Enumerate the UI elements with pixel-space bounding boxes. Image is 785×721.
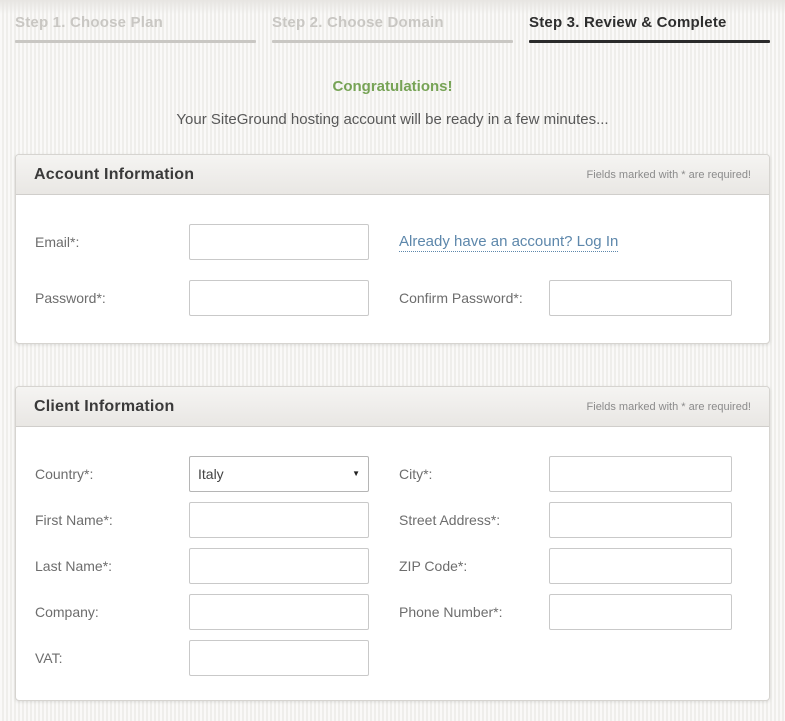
congratulations-title: Congratulations! [332,78,453,95]
country-city-row: Country*: Italy ▼ City*: [34,456,751,492]
login-link[interactable]: Already have an account? Log In [399,233,619,252]
account-information-card: Account Information Fields marked with *… [15,154,770,344]
confirm-password-field[interactable] [549,280,732,316]
street-address-field[interactable] [549,502,732,538]
password-label: Password*: [35,290,106,306]
email-field[interactable] [189,224,369,260]
tab-step2-label: Step 2. Choose Domain [272,14,444,31]
first-name-field[interactable] [189,502,369,538]
tab-step3-review-complete[interactable]: Step 3. Review & Complete [529,14,770,43]
vat-label: VAT: [35,650,63,666]
step-tabs: Step 1. Choose Plan Step 2. Choose Domai… [0,0,785,43]
confirm-password-label: Confirm Password*: [399,290,523,306]
email-row: Email*: Already have an account? Log In [34,224,751,260]
account-information-header: Account Information Fields marked with *… [16,155,769,195]
last-name-label: Last Name*: [35,558,113,574]
client-information-card: Client Information Fields marked with * … [15,386,770,701]
zip-code-label: ZIP Code*: [399,558,468,574]
tab-step2-underline [272,40,513,43]
country-select[interactable]: Italy [189,456,369,492]
account-information-body: Email*: Already have an account? Log In … [16,195,769,343]
phone-number-field[interactable] [549,594,732,630]
vat-field[interactable] [189,640,369,676]
email-label: Email*: [35,234,80,250]
tab-step2-choose-domain[interactable]: Step 2. Choose Domain [272,14,513,43]
password-row: Password*: Confirm Password*: [34,280,751,316]
client-required-note: Fields marked with * are required! [586,400,751,413]
first-name-label: First Name*: [35,512,113,528]
client-information-body: Country*: Italy ▼ City*: First Name*: St… [16,427,769,700]
city-label: City*: [399,466,433,482]
tab-step1-label: Step 1. Choose Plan [15,14,163,31]
tab-step3-label: Step 3. Review & Complete [529,14,727,31]
street-address-label: Street Address*: [399,512,501,528]
last-name-field[interactable] [189,548,369,584]
phone-number-label: Phone Number*: [399,604,503,620]
company-field[interactable] [189,594,369,630]
firstname-street-row: First Name*: Street Address*: [34,502,751,538]
password-field[interactable] [189,280,369,316]
country-label: Country*: [35,466,94,482]
company-phone-row: Company: Phone Number*: [34,594,751,630]
account-information-title: Account Information [34,165,195,183]
tab-step1-underline [15,40,256,43]
tab-step1-choose-plan[interactable]: Step 1. Choose Plan [15,14,256,43]
congratulations-subtitle: Your SiteGround hosting account will be … [176,111,609,128]
company-label: Company: [35,604,99,620]
city-field[interactable] [549,456,732,492]
zip-code-field[interactable] [549,548,732,584]
tab-step3-underline [529,40,770,43]
lastname-zip-row: Last Name*: ZIP Code*: [34,548,751,584]
vat-row: VAT: [34,640,751,676]
congratulations-banner: Congratulations! Your SiteGround hosting… [0,78,785,128]
client-information-title: Client Information [34,397,175,415]
client-information-header: Client Information Fields marked with * … [16,387,769,427]
account-required-note: Fields marked with * are required! [586,168,751,181]
country-select-wrap: Italy ▼ [189,456,369,492]
